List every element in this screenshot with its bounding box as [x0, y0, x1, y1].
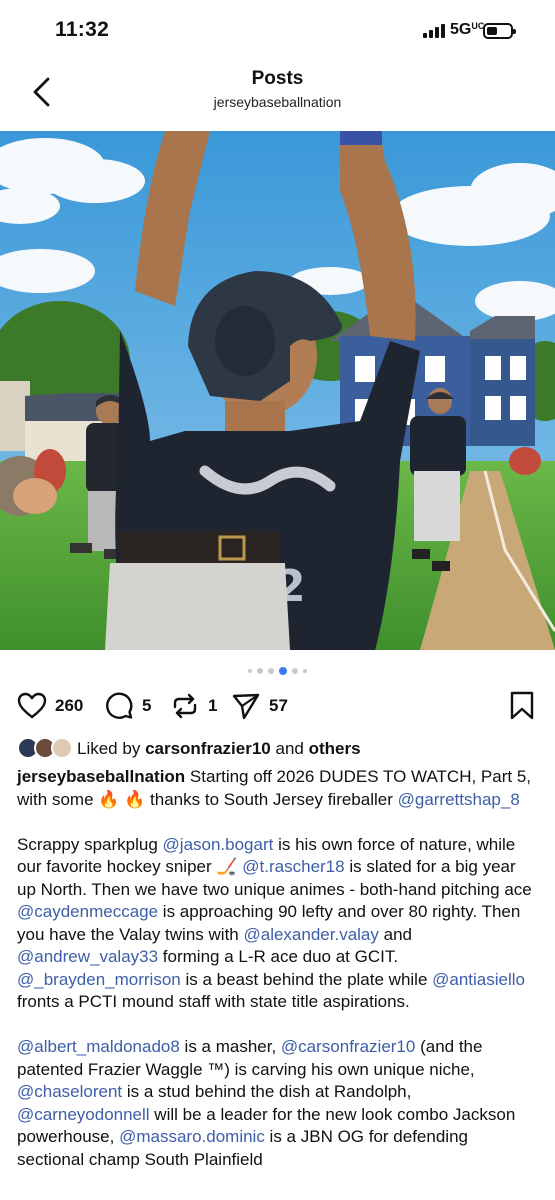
caption-text: fronts a PCTI mound staff with state tit… — [17, 992, 410, 1011]
mention-link[interactable]: @chaselorent — [17, 1082, 122, 1101]
mention-link[interactable]: @carsonfrazier10 — [281, 1037, 415, 1056]
liked-by[interactable]: Liked by carsonfrazier10 and others — [17, 736, 361, 762]
mention-link[interactable]: @jason.bogart — [163, 835, 274, 854]
carousel-dot — [303, 669, 307, 673]
comment-icon — [106, 692, 133, 719]
like-button[interactable]: 260 — [17, 688, 83, 724]
bookmark-icon — [510, 691, 534, 720]
heart-icon — [17, 692, 47, 719]
repost-icon — [173, 693, 197, 719]
share-button[interactable]: 57 — [231, 688, 288, 724]
caption-text: Scrappy sparkplug — [17, 834, 163, 854]
mention-link[interactable]: @albert_maldonado8 — [17, 1037, 180, 1056]
carousel-indicator — [0, 666, 555, 676]
carousel-dot — [268, 668, 274, 674]
comment-button[interactable]: 5 — [104, 688, 151, 724]
carousel-dot — [292, 668, 298, 674]
mention-link[interactable]: @caydenmeccage — [17, 902, 158, 921]
mention-link[interactable]: @garrettshap_8 — [398, 790, 520, 809]
mention-link[interactable]: @carneyodonnell — [17, 1105, 150, 1124]
post-caption: jerseybaseballnation Starting off 2026 D… — [17, 766, 539, 1194]
post-image[interactable]: 2 — [0, 131, 555, 650]
account-name[interactable]: jerseybaseballnation — [0, 94, 555, 110]
status-time: 11:32 — [55, 18, 110, 41]
carousel-dot-active — [279, 667, 287, 675]
repost-count: 1 — [208, 696, 218, 715]
status-bar: 11:32 5GUC — [0, 0, 555, 62]
caption-text: thanks to South Jersey fireballer — [145, 789, 398, 809]
caption-text: is a masher, — [179, 1037, 281, 1056]
baseball-player-illustration: 2 — [0, 131, 555, 650]
caption-paragraph: Scrappy sparkplug @jason.bogart is his o… — [17, 834, 539, 1014]
caption-text: is a beast behind the plate while — [180, 969, 433, 989]
carousel-dot — [257, 668, 263, 674]
signal-icon — [423, 24, 445, 38]
liked-by-text: Liked by carsonfrazier10 and others — [77, 739, 361, 759]
header: Posts jerseybaseballnation — [0, 62, 555, 128]
comment-count: 5 — [142, 696, 152, 715]
network-label: 5GUC — [450, 21, 484, 39]
mention-link[interactable]: @t.rascher18 — [242, 857, 344, 876]
carousel-dot — [248, 669, 252, 673]
send-icon — [232, 693, 260, 720]
caption-text: and — [378, 924, 412, 944]
liked-by-prefix: Liked by — [77, 739, 141, 758]
repost-button[interactable]: 1 — [170, 688, 217, 724]
save-button[interactable] — [509, 691, 535, 726]
caption-text: forming a L-R ace duo at GCIT. — [158, 947, 399, 966]
network-type: 5G — [450, 21, 472, 38]
mention-link[interactable]: @massaro.dominic — [119, 1127, 265, 1146]
page-title: Posts — [251, 68, 304, 89]
avatar — [51, 737, 73, 759]
mention-link[interactable]: @alexander.valay — [243, 925, 378, 944]
like-count: 260 — [55, 696, 84, 715]
liked-by-user[interactable]: carsonfrazier10 — [145, 739, 271, 758]
mention-link[interactable]: @antiasiello — [432, 970, 525, 989]
share-count: 57 — [269, 696, 288, 715]
liker-avatars — [17, 737, 75, 761]
action-bar: 260 5 1 57 — [0, 688, 555, 724]
liked-by-and: and — [275, 739, 304, 758]
liked-by-others[interactable]: others — [309, 739, 361, 758]
caption-paragraph: @albert_maldonado8 is a masher, @carsonf… — [17, 1036, 539, 1171]
mention-link[interactable]: @_brayden_morrison — [17, 970, 181, 989]
battery-icon — [483, 23, 516, 39]
caption-text: is a stud behind the dish at Randolph, — [122, 1082, 412, 1101]
caption-username[interactable]: jerseybaseballnation — [17, 767, 185, 786]
fire-emoji: 🔥 🔥 — [98, 789, 146, 809]
hockey-emoji: 🏒 — [216, 857, 238, 876]
caption-paragraph: jerseybaseballnation Starting off 2026 D… — [17, 766, 539, 811]
mention-link[interactable]: @andrew_valay33 — [17, 947, 158, 966]
